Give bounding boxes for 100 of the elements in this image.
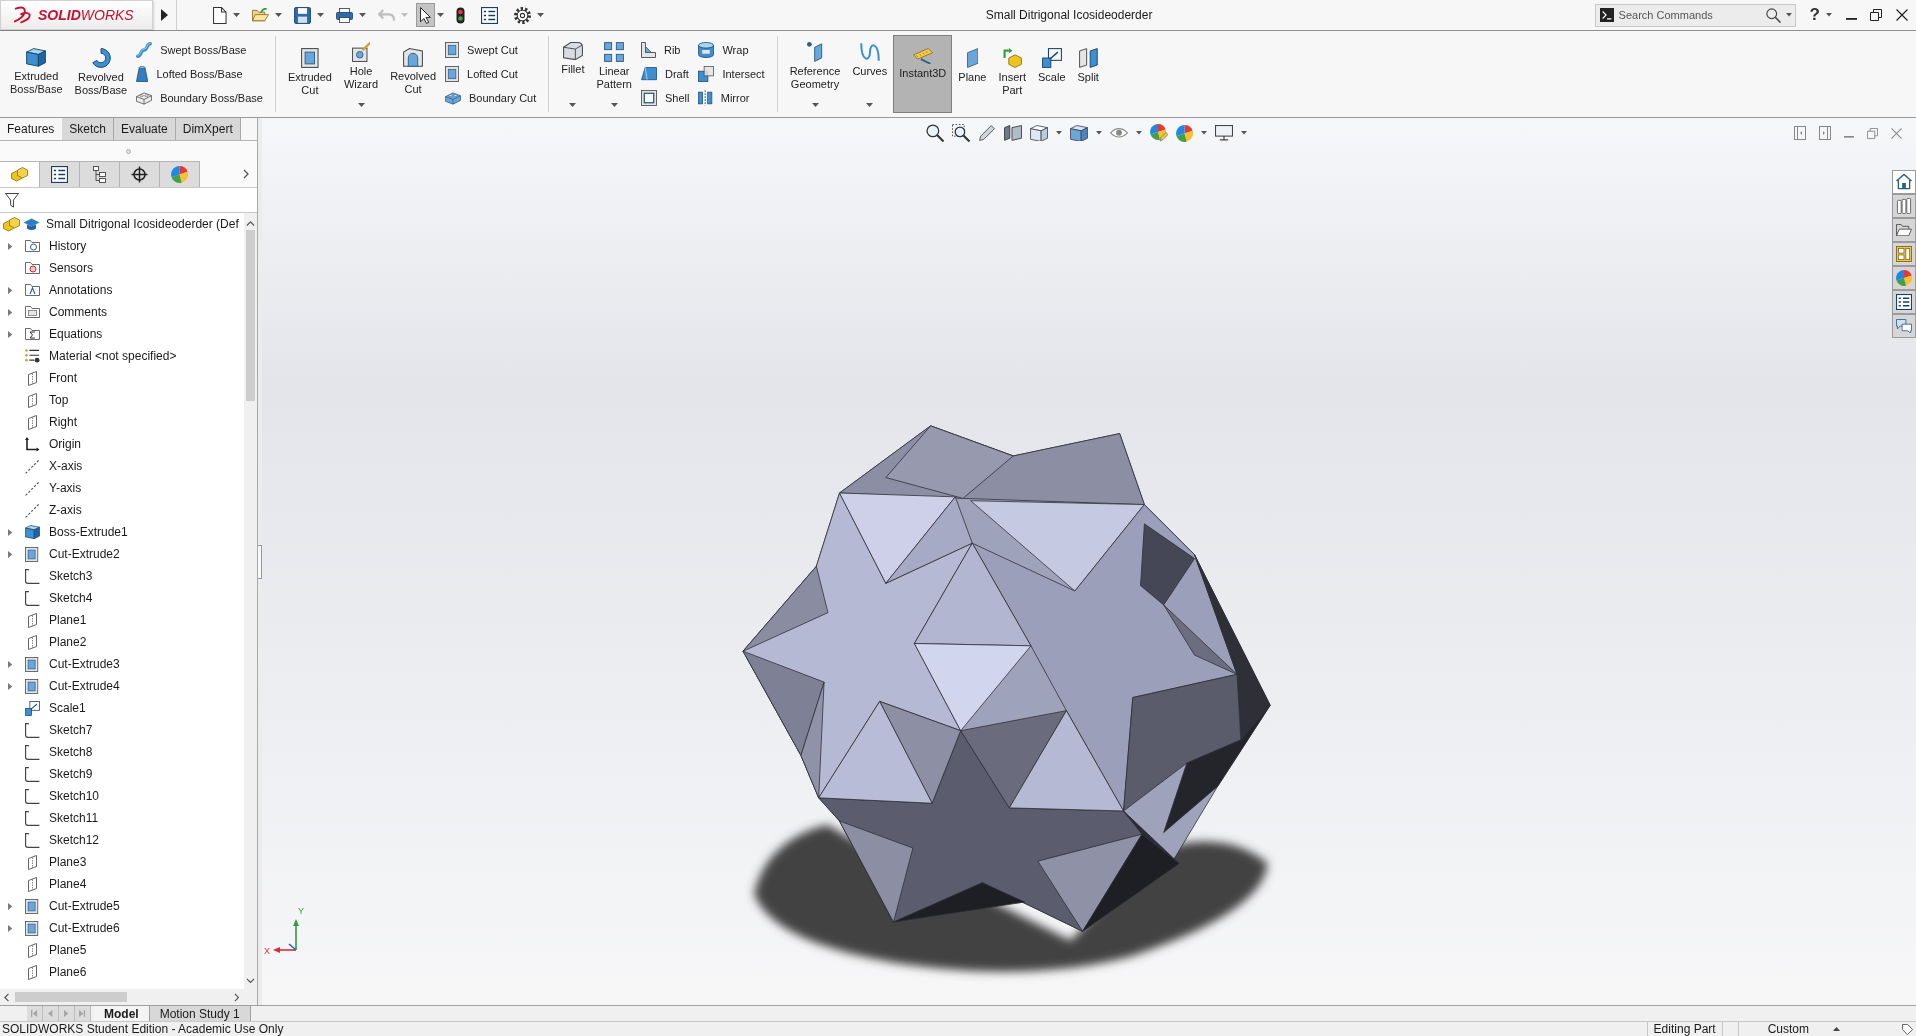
command-button[interactable]: Extruded Boss/Base — [4, 35, 69, 113]
tree-item[interactable]: Cut-Extrude6 — [49, 919, 120, 937]
help-button[interactable]: ? — [1809, 5, 1820, 25]
panel-tab[interactable] — [40, 161, 80, 187]
command-button[interactable]: Hole Wizard — [337, 35, 385, 113]
tab[interactable]: Evaluate — [114, 118, 176, 140]
panel-tab[interactable] — [80, 161, 120, 187]
unit-system-button[interactable]: Custom — [1767, 1022, 1809, 1036]
eye-icon[interactable] — [1110, 127, 1128, 139]
tree-item[interactable]: Z-axis — [49, 501, 82, 519]
tree-item[interactable]: Annotations — [49, 281, 113, 299]
magnifier-icon[interactable] — [926, 124, 944, 142]
chevron-up-icon[interactable] — [246, 221, 255, 227]
command-button[interactable]: Extruded Cut — [281, 35, 338, 113]
color-wheel-pencil-icon[interactable] — [1150, 124, 1168, 142]
caret-icon[interactable] — [1826, 13, 1832, 17]
caret-icon[interactable] — [357, 103, 365, 107]
tree-item[interactable]: Front — [49, 369, 77, 387]
tab[interactable]: Model — [94, 1006, 150, 1021]
tree-item[interactable]: Sketch10 — [49, 787, 100, 805]
caret-icon[interactable] — [866, 103, 874, 107]
tree-item[interactable]: Plane1 — [49, 611, 87, 629]
tree-item[interactable]: Small Ditrigonal Icosideoderder (Def — [46, 215, 239, 233]
caret-icon[interactable] — [1056, 131, 1062, 135]
task-pane-tab[interactable] — [1892, 170, 1916, 194]
tree-item[interactable]: Top — [49, 391, 69, 409]
command-button[interactable]: Lofted Boss/Base — [136, 64, 263, 84]
tree-item[interactable]: Cut-Extrude5 — [49, 897, 120, 915]
command-button[interactable]: Fillet — [555, 35, 591, 113]
command-button[interactable]: Lofted Cut — [445, 64, 537, 84]
command-button[interactable]: Intersect — [698, 64, 765, 84]
tree-item[interactable]: Sketch8 — [49, 743, 93, 761]
tree-item[interactable]: Origin — [49, 435, 81, 453]
section-planes-icon[interactable] — [1004, 125, 1022, 141]
command-button[interactable]: Rib — [640, 40, 690, 60]
chevron-right-icon[interactable] — [233, 992, 239, 1002]
tree-item[interactable]: Sketch11 — [49, 809, 99, 827]
horizontal-scrollbar[interactable] — [0, 989, 257, 1005]
toolbar-button[interactable] — [415, 3, 435, 27]
tree-item[interactable]: Sketch3 — [49, 567, 93, 585]
scrollbar-thumb[interactable] — [15, 992, 128, 1002]
tree-item[interactable]: Plane2 — [49, 633, 87, 651]
caret-icon[interactable] — [1201, 131, 1207, 135]
caret-icon[interactable] — [1136, 131, 1142, 135]
tree-item[interactable]: Boss-Extrude1 — [49, 523, 128, 541]
command-button[interactable]: Boundary Cut — [445, 88, 537, 108]
cube-outline-icon[interactable] — [1030, 124, 1048, 142]
tree-item[interactable]: Sketch12 — [49, 831, 100, 849]
vertical-scrollbar[interactable] — [244, 213, 257, 989]
tree-item[interactable]: Plane6 — [49, 963, 87, 981]
command-button[interactable]: Wrap — [698, 40, 765, 60]
tree-item[interactable]: History — [49, 237, 87, 255]
tree-item[interactable]: Equations — [49, 325, 103, 343]
color-wheel-icon[interactable] — [1176, 124, 1193, 142]
tree-item[interactable]: Sensors — [49, 259, 94, 277]
task-pane-tab[interactable] — [1892, 194, 1916, 218]
tab[interactable]: Motion Study 1 — [149, 1006, 251, 1021]
tree-item[interactable]: Sketch9 — [49, 765, 93, 783]
tree-item[interactable]: Plane5 — [49, 941, 87, 959]
tree-item[interactable]: Cut-Extrude2 — [49, 545, 120, 563]
chevron-left-icon[interactable] — [4, 992, 10, 1002]
tree-item[interactable]: X-axis — [49, 457, 83, 475]
tree-item[interactable]: Sketch4 — [49, 589, 93, 607]
close-icon[interactable] — [1896, 9, 1908, 21]
command-button[interactable]: Revolved Boss/Base — [68, 35, 134, 113]
caret-icon[interactable] — [1785, 13, 1792, 17]
splitter-handle[interactable] — [258, 544, 262, 579]
caret-icon[interactable] — [610, 103, 618, 107]
command-button[interactable]: Scale — [1032, 35, 1072, 113]
command-button[interactable]: Swept Boss/Base — [136, 40, 263, 60]
tree-item[interactable]: Plane4 — [49, 875, 87, 893]
command-button[interactable]: Curves — [846, 35, 894, 113]
search-field[interactable]: Search Commands — [1594, 3, 1796, 27]
command-button[interactable]: Insert Part — [992, 35, 1032, 113]
tree-item[interactable]: Y-axis — [49, 479, 82, 497]
caret-up-icon[interactable] — [1833, 1027, 1840, 1031]
chevron-right-icon[interactable] — [243, 169, 249, 179]
magnifier-box-icon[interactable] — [952, 124, 970, 142]
search-icon[interactable] — [1765, 7, 1781, 23]
task-pane-tab[interactable] — [1892, 218, 1916, 242]
command-button[interactable]: Mirror — [698, 88, 765, 108]
panel-left-icon[interactable] — [1794, 126, 1806, 140]
tree-item[interactable]: Cut-Extrude3 — [49, 655, 120, 673]
caret-icon[interactable] — [436, 13, 444, 17]
panel-right-icon[interactable] — [1819, 126, 1831, 140]
tree-item[interactable]: Right — [49, 413, 77, 431]
caret-icon[interactable] — [1096, 131, 1102, 135]
tree-item[interactable]: Sketch7 — [49, 721, 93, 739]
command-button[interactable]: Reference Geometry — [783, 35, 847, 113]
command-button[interactable]: Revolved Cut — [384, 35, 442, 113]
chevron-down-icon[interactable] — [246, 977, 255, 983]
command-button[interactable]: Split — [1071, 35, 1105, 113]
tree-item[interactable]: Material <not specified> — [49, 347, 177, 365]
tree-item[interactable]: Scale1 — [49, 699, 86, 717]
tree-item[interactable]: Cut-Extrude4 — [49, 677, 120, 695]
tree-item[interactable]: Comments — [49, 303, 107, 321]
caret-icon[interactable] — [569, 103, 577, 107]
command-button[interactable]: Draft — [640, 64, 690, 84]
shaded-cube-icon[interactable] — [1070, 124, 1088, 142]
restore-icon[interactable] — [1870, 9, 1882, 21]
